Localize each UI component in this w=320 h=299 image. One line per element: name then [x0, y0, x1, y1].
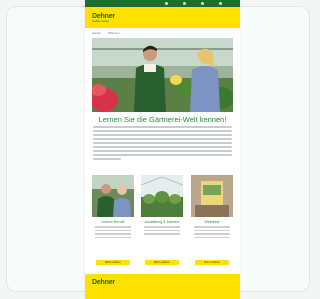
youtube-icon[interactable] — [201, 2, 204, 5]
nav-item-pflanzen[interactable]: Pflanzen — [108, 31, 120, 35]
nav-item-garten[interactable]: Garten — [92, 31, 101, 35]
tile-button[interactable]: Mehr erfahren — [195, 260, 229, 265]
footer-logo[interactable]: Dehner — [92, 279, 115, 286]
email-footer: Dehner — [85, 274, 240, 299]
tile-title: Webshop — [204, 220, 220, 224]
tile-title: Unsere Berufe — [101, 220, 125, 224]
tile-title: Ausbildung & Karriere — [144, 220, 180, 224]
intro-paragraph — [93, 126, 232, 162]
hero-image — [92, 38, 233, 112]
tile-ausbildung: Ausbildung & Karriere Mehr erfahren — [141, 175, 183, 270]
feature-tiles: Unsere Berufe Mehr erfahren Ausbildung &… — [92, 175, 233, 270]
instagram-icon[interactable] — [183, 2, 186, 5]
tile-button[interactable]: Mehr erfahren — [145, 260, 179, 265]
facebook-icon[interactable] — [165, 2, 168, 5]
hero-photo-illustration — [92, 38, 233, 112]
email-top-bar — [85, 0, 240, 7]
logo-bar: Dehner Garten-Center — [85, 7, 240, 28]
email-headline: Lernen Sie die Gärtnerei-Welt kennen! — [98, 115, 227, 124]
tile-berufe: Unsere Berufe Mehr erfahren — [92, 175, 134, 270]
tile-image[interactable] — [141, 175, 183, 217]
tile-webshop: Webshop Mehr erfahren — [191, 175, 233, 270]
tile-image[interactable] — [191, 175, 233, 217]
tile-button[interactable]: Mehr erfahren — [96, 260, 130, 265]
email-preview: Dehner Garten-Center Garten Pflanzen Ler… — [85, 0, 240, 299]
email-nav: Garten Pflanzen — [92, 31, 126, 37]
brand-logo[interactable]: Dehner Garten-Center — [92, 13, 115, 23]
tile-image[interactable] — [92, 175, 134, 217]
pinterest-icon[interactable] — [219, 2, 222, 5]
